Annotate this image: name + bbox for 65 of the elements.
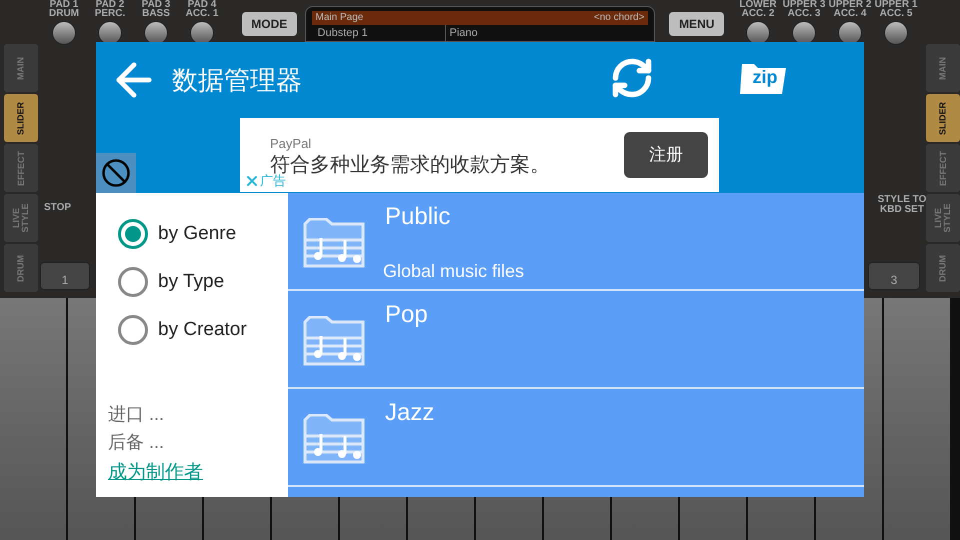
zip-button[interactable]: zip [740,60,790,94]
pad-label: BASS [142,9,170,19]
music-folder-icon [302,218,366,270]
pad-label: PAD 3 [142,0,170,9]
radio-button[interactable] [118,219,148,249]
pad-label: ACC. 3 [788,9,820,19]
pad-label: ACC. 4 [834,9,866,19]
side-tab[interactable]: DRUM [4,244,38,292]
slot-button[interactable]: 3 [868,262,920,290]
side-tab[interactable]: DRUM [926,244,960,292]
knob[interactable] [52,21,76,45]
folder-name: Public [385,202,450,232]
pad-label: PAD 1 [50,0,78,9]
music-folder-icon [302,414,366,466]
filter-radio[interactable]: by Type [118,267,288,297]
knob[interactable] [884,21,908,45]
folder-name: Pop [385,300,428,330]
side-tab[interactable]: EFFECT [4,144,38,192]
side-tab[interactable]: LIVE STYLE [926,194,960,242]
menu-button[interactable]: MENU [669,12,724,36]
radio-button[interactable] [118,315,148,345]
slot-button[interactable]: 1 [40,262,90,290]
ad-banner[interactable]: PayPal 符合多种业务需求的收款方案。 注册 广告 [240,118,719,192]
style-to-kbd-label: STYLE TO KBD SET [876,195,928,215]
become-creator-link[interactable]: 成为制作者 [108,458,288,487]
pad-label: PERC. [94,9,126,19]
display-header: Main Page <no chord> [312,11,648,25]
music-folder-icon [302,316,366,368]
side-tab[interactable]: SLIDER [4,94,38,142]
side-tab[interactable]: LIVE STYLE [4,194,38,242]
pad-label: PAD 2 [96,0,124,9]
folder-row[interactable]: Jazz [288,389,864,485]
side-tab[interactable]: SLIDER [926,94,960,142]
pad-label: ACC. 2 [742,9,774,19]
block-icon-tile[interactable] [96,153,136,193]
pad-label: UPPER 3 [782,0,826,9]
stop-label: STOP [44,201,72,215]
pad-label: ACC. 5 [880,9,912,19]
filter-radio[interactable]: by Creator [118,315,288,345]
pad-label: UPPER 1 [874,0,918,9]
ad-brand: PayPal [270,135,312,153]
menu-action[interactable]: 后备 ... [108,430,288,452]
pad-label: ACC. 1 [186,9,218,19]
folder-row[interactable]: Pop [288,291,864,387]
pad-label: PAD 4 [188,0,216,9]
side-tab[interactable]: MAIN [4,44,38,92]
pad-label: UPPER 2 [828,0,872,9]
folder-name: Jazz [385,398,434,428]
dialog-title: 数据管理器 [172,64,302,96]
radio-button[interactable] [118,267,148,297]
folder-row[interactable]: Public Global music files [288,193,864,289]
refresh-icon[interactable] [610,56,654,100]
mode-button[interactable]: MODE [242,12,297,36]
side-tab[interactable]: MAIN [926,44,960,92]
filter-radio[interactable]: by Genre [118,219,288,249]
pad-label: DRUM [49,9,79,19]
voice-name: Piano [448,26,478,41]
block-icon [101,158,131,188]
side-tab[interactable]: EFFECT [926,144,960,192]
style-name: Dubstep 1 [312,25,446,41]
folder-description: Global music files [383,260,524,283]
ad-label: 广告 [260,173,286,190]
menu-action[interactable]: 进口 ... [108,402,288,424]
register-button[interactable]: 注册 [624,132,708,178]
pad-label: LOWER [739,0,777,9]
